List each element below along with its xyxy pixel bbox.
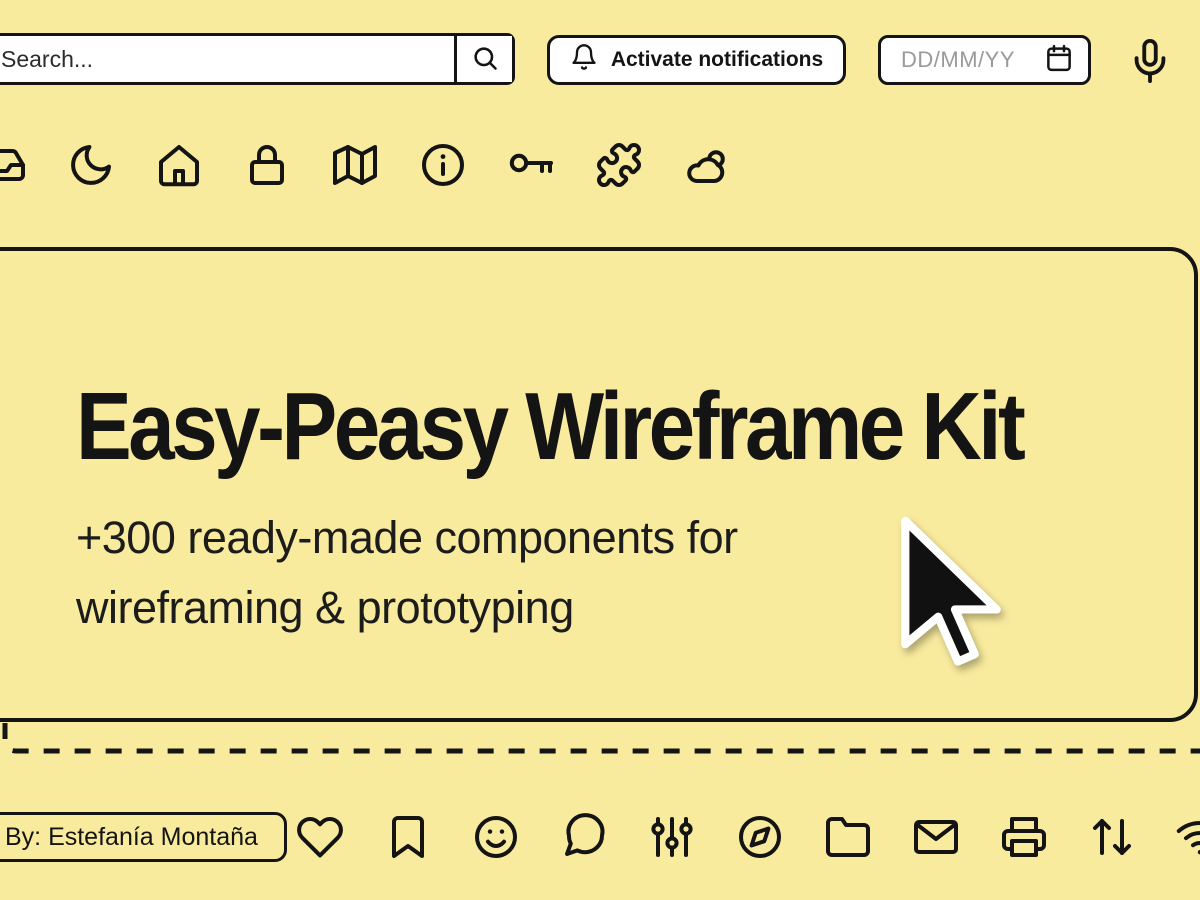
map-icon[interactable] — [331, 141, 379, 189]
dashed-divider — [0, 715, 1200, 760]
bottom-icon-row — [296, 813, 1200, 861]
moon-icon[interactable] — [67, 141, 115, 189]
calendar-icon — [1044, 43, 1074, 78]
date-input[interactable]: DD/MM/YY — [878, 35, 1091, 85]
home-icon[interactable] — [155, 141, 203, 189]
cloud-icon[interactable] — [683, 141, 731, 189]
puzzle-icon[interactable] — [595, 141, 643, 189]
info-icon[interactable] — [419, 141, 467, 189]
bell-icon — [570, 43, 598, 77]
sliders-icon[interactable] — [648, 813, 696, 861]
wifi-icon[interactable] — [1176, 813, 1200, 861]
inbox-icon[interactable] — [0, 141, 27, 189]
author-badge-label: By: Estefanía Montaña — [5, 823, 258, 852]
search-icon — [471, 44, 499, 75]
activate-notifications-button[interactable]: Activate notifications — [547, 35, 846, 85]
folder-icon[interactable] — [824, 813, 872, 861]
chat-bubble-icon[interactable] — [560, 813, 608, 861]
mail-icon[interactable] — [912, 813, 960, 861]
search-button[interactable] — [454, 36, 512, 82]
hero-card: Easy-Peasy Wireframe Kit +300 ready-made… — [0, 247, 1198, 722]
lock-icon[interactable] — [243, 141, 291, 189]
page-title: Easy-Peasy Wireframe Kit — [76, 379, 1022, 475]
sort-arrows-icon[interactable] — [1088, 813, 1136, 861]
wireframe-kit-cover: Activate notifications DD/MM/YY — [0, 0, 1200, 900]
date-placeholder: DD/MM/YY — [901, 47, 1044, 73]
printer-icon[interactable] — [1000, 813, 1048, 861]
bookmark-icon[interactable] — [384, 813, 432, 861]
hero-subtitle: +300 ready-made components for wireframi… — [76, 503, 738, 643]
smiley-icon[interactable] — [472, 813, 520, 861]
author-badge[interactable]: By: Estefanía Montaña — [0, 812, 287, 862]
key-icon[interactable] — [507, 141, 555, 189]
hero-subtitle-line-1: +300 ready-made components for — [76, 503, 738, 573]
search-bar — [0, 33, 515, 85]
search-input[interactable] — [0, 36, 454, 82]
top-icon-row — [0, 141, 731, 189]
notifications-label: Activate notifications — [611, 48, 823, 72]
hero-subtitle-line-2: wireframing & prototyping — [76, 573, 738, 643]
microphone-icon[interactable] — [1126, 36, 1174, 86]
compass-icon[interactable] — [736, 813, 784, 861]
heart-icon[interactable] — [296, 813, 344, 861]
